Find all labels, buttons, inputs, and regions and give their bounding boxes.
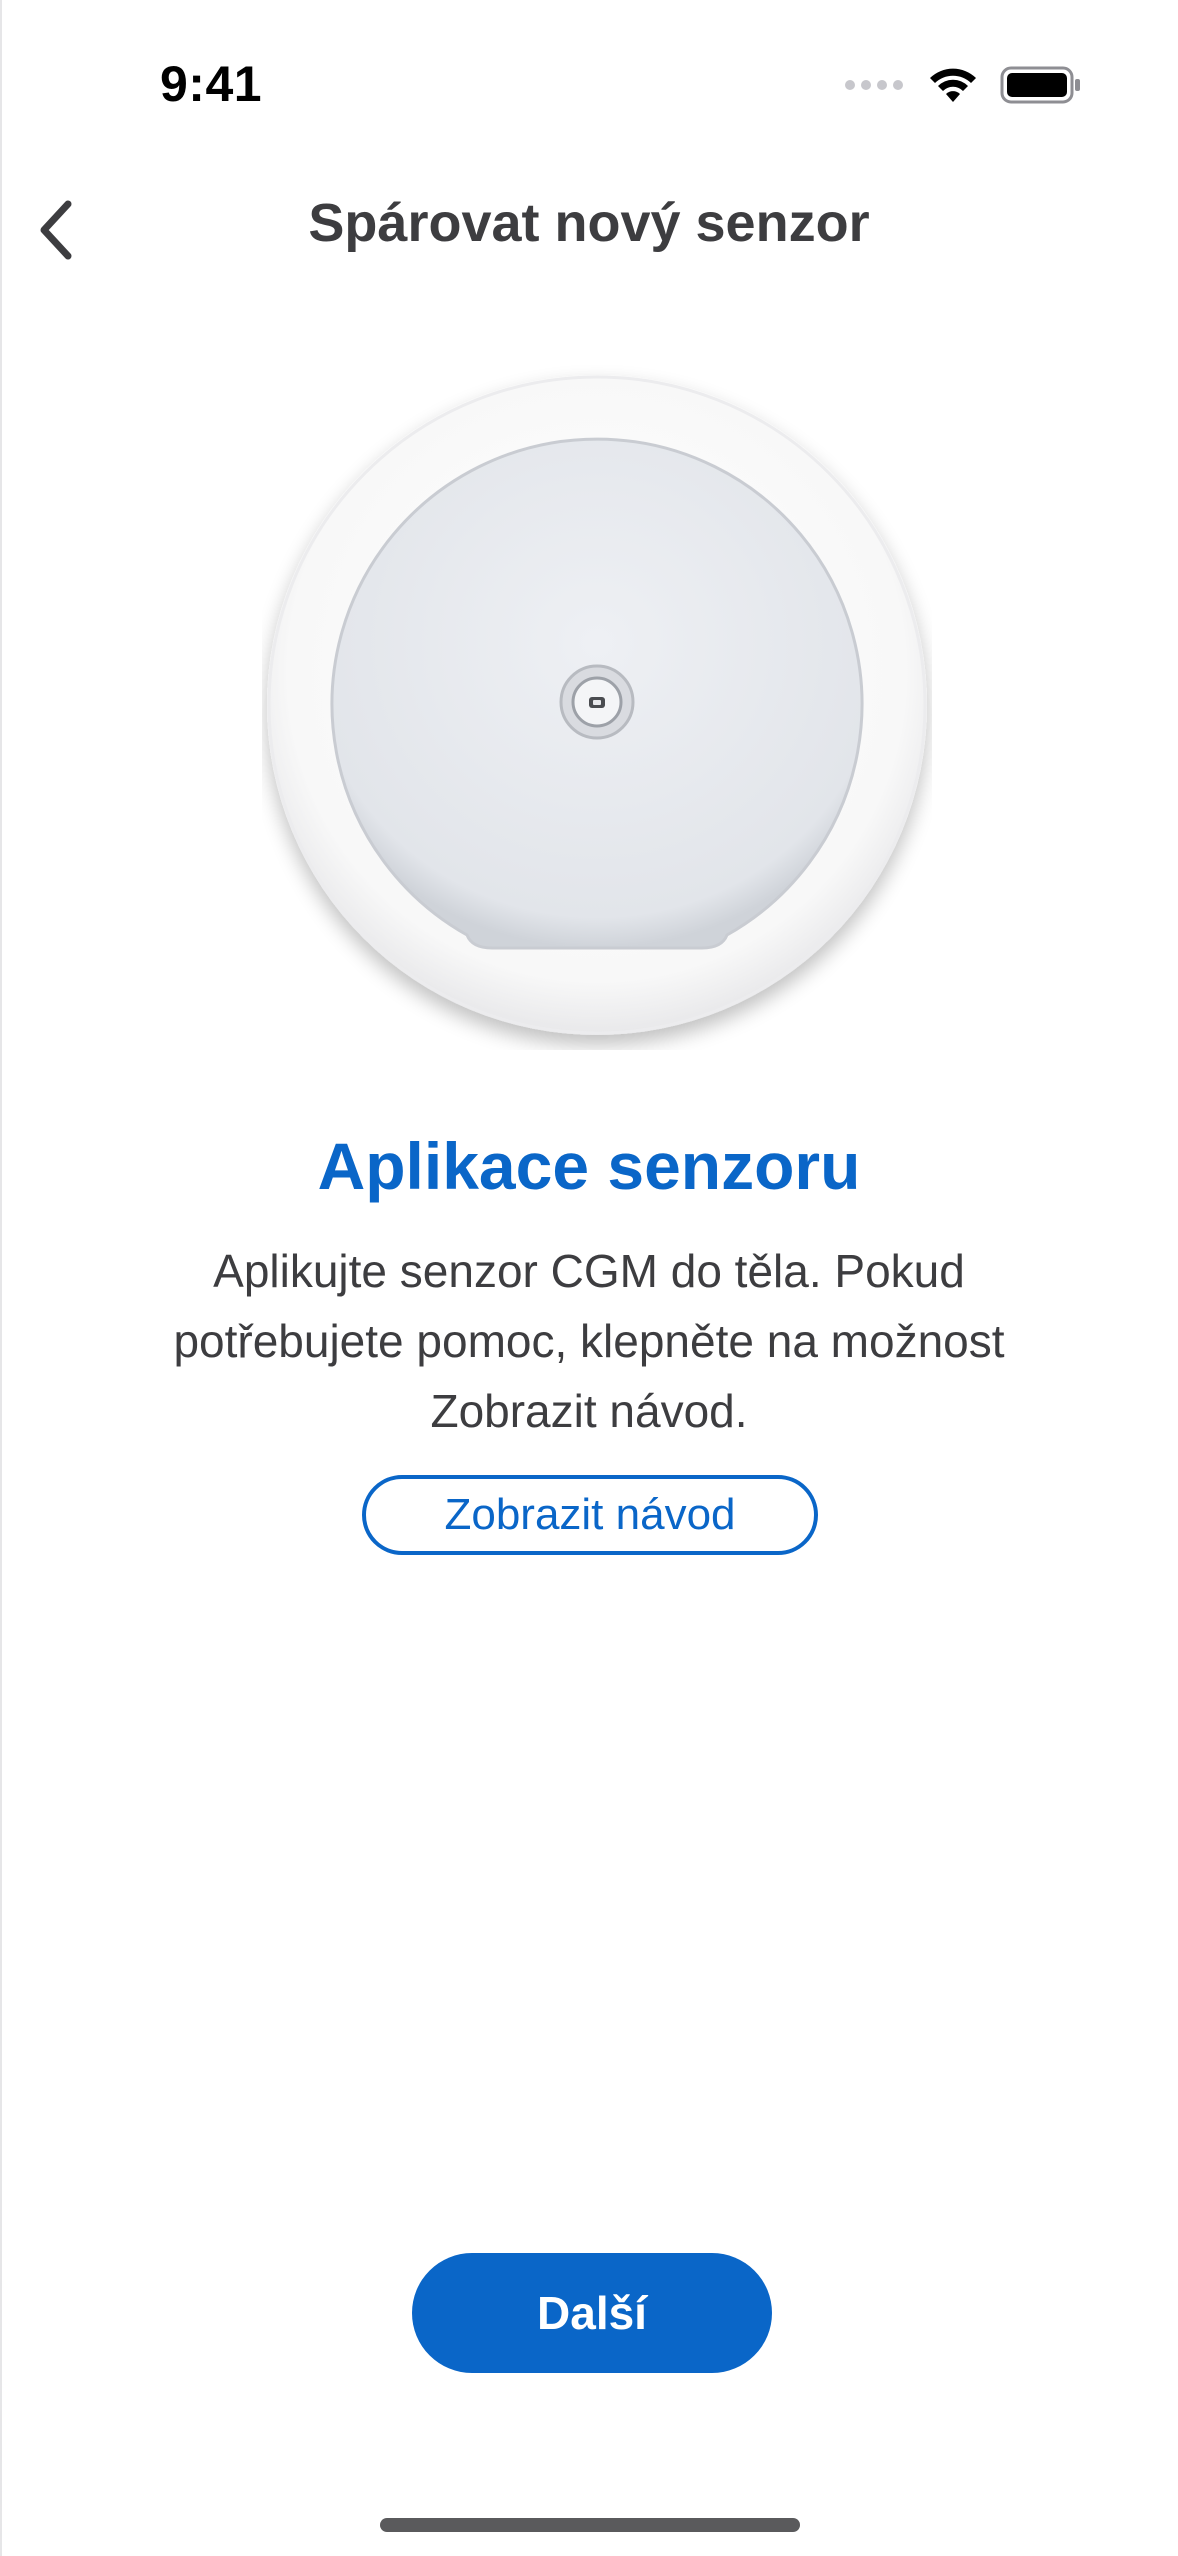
page-title: Spárovat nový senzor [308, 193, 870, 253]
status-icons [844, 66, 1082, 104]
wifi-icon [930, 68, 976, 102]
status-bar: 9:41 [0, 0, 1178, 170]
cgm-sensor-illustration [267, 375, 927, 1035]
status-time: 9:41 [160, 56, 263, 112]
section-title: Aplikace senzoru [317, 1129, 861, 1203]
show-guide-button[interactable]: Zobrazit návod [362, 1475, 818, 1555]
navigation-bar: Spárovat nový senzor [0, 170, 1178, 280]
instruction-text: Aplikujte senzor CGM do těla. Pokud potř… [173, 1245, 1005, 1437]
cellular-signal-icon [845, 80, 903, 90]
screen-edge [0, 0, 2, 2556]
battery-icon [1000, 66, 1080, 104]
home-indicator [380, 2518, 800, 2532]
next-button[interactable]: Další [412, 2253, 772, 2373]
